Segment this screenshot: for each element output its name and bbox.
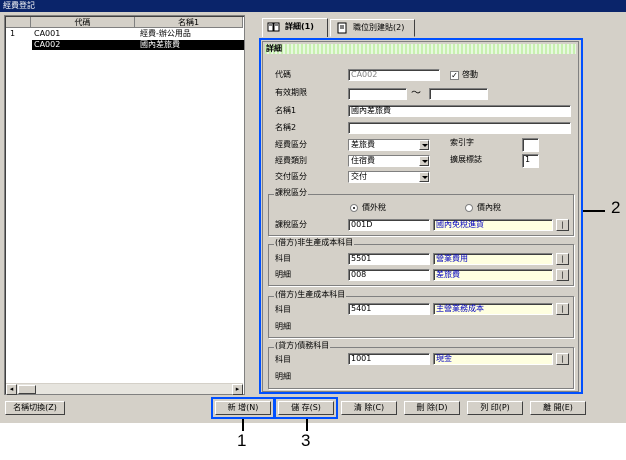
list-row[interactable]: 1 CA001 經費-辦公用品	[6, 29, 243, 39]
row-name: 經費-辦公用品	[140, 29, 191, 38]
close-button[interactable]: 離 開(E)	[530, 401, 586, 415]
callout-2: 2	[611, 198, 621, 217]
row-index: 1	[10, 29, 16, 38]
clear-button[interactable]: 清 除(C)	[341, 401, 397, 415]
list-horizontal-scrollbar[interactable]: ◂ ▸	[6, 383, 243, 395]
document-icon	[337, 22, 347, 34]
tab-position-allowance-label: 職位別建貼(2)	[353, 23, 405, 32]
window-title: 經費登記	[0, 0, 626, 12]
print-button[interactable]: 列 印(P)	[467, 401, 523, 415]
name-switch-button[interactable]: 名稱切換(Z)	[5, 401, 65, 415]
list-header-name[interactable]: 名稱1	[135, 17, 243, 28]
delete-button[interactable]: 刪 除(D)	[404, 401, 460, 415]
row-code: CA001	[34, 29, 61, 38]
row-selection: CA002 國內差旅費	[32, 40, 244, 50]
tab-detail-label: 詳細(1)	[285, 22, 314, 31]
callout-3: 3	[301, 431, 311, 450]
scroll-thumb[interactable]	[18, 385, 36, 394]
detail-highlight-box	[259, 38, 583, 394]
row-name: 國內差旅費	[140, 40, 180, 49]
scroll-left-icon[interactable]: ◂	[6, 384, 17, 395]
callout-3-leader	[306, 419, 308, 431]
tab-detail[interactable]: 詳細(1)	[262, 18, 328, 37]
new-highlight-box	[211, 397, 275, 419]
callout-1: 1	[237, 431, 247, 450]
callout-1-leader	[242, 419, 244, 431]
detail-vertical-scrollbar[interactable]	[582, 41, 592, 392]
book-icon	[267, 22, 280, 32]
row-code: CA002	[34, 40, 61, 49]
save-highlight-box	[274, 397, 338, 419]
list-row[interactable]: CA002 國內差旅費	[6, 40, 244, 50]
record-list[interactable]: 代碼 名稱1 1 CA001 經費-辦公用品 CA002 國內差旅費 ◂ ▸	[4, 15, 245, 395]
list-header-index	[6, 17, 31, 28]
scroll-right-icon[interactable]: ▸	[232, 384, 243, 395]
tab-position-allowance[interactable]: 職位別建貼(2)	[330, 19, 415, 37]
list-header-code[interactable]: 代碼	[31, 17, 135, 28]
callout-2-leader	[583, 210, 605, 212]
